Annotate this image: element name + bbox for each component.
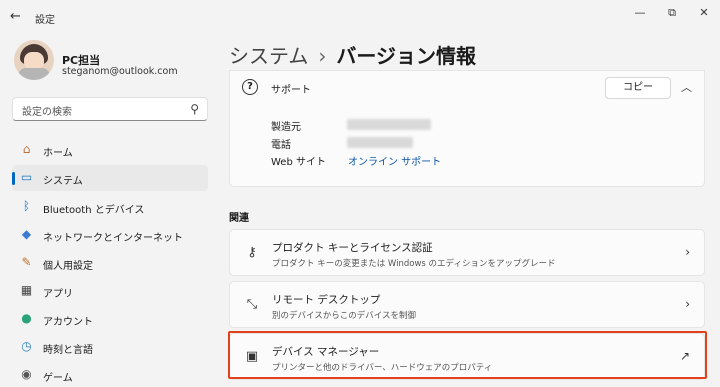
remote-desktop-icon: ⤡	[246, 297, 258, 312]
back-button[interactable]: ←	[10, 10, 24, 24]
chevron-right-icon[interactable]: ›	[685, 297, 690, 311]
manufacturer-value-redacted	[347, 119, 431, 130]
game-icon: ◉	[21, 367, 32, 381]
copy-button[interactable]: コピー	[605, 77, 671, 99]
related-item-subtitle: 別のデバイスからこのデバイスを制御	[272, 311, 416, 321]
website-label: Web サイト	[271, 157, 326, 168]
app-title: 設定	[35, 15, 55, 26]
sidebar-item-apps[interactable]: ▦ アプリ	[12, 278, 208, 304]
sidebar-item-bluetooth[interactable]: ᛒ Bluetooth とデバイス	[12, 194, 208, 220]
key-icon: ⚷	[247, 245, 257, 260]
search-icon[interactable]: ⚲	[190, 102, 199, 116]
manufacturer-label: 製造元	[271, 122, 301, 133]
sidebar-item-label: アカウント	[43, 317, 93, 328]
avatar[interactable]	[14, 40, 54, 80]
related-heading: 関連	[229, 213, 249, 224]
sidebar-item-game[interactable]: ◉ ゲーム	[12, 362, 208, 387]
breadcrumb-current: バージョン情報	[336, 44, 477, 68]
related-item-subtitle: プロダクト キーの変更または Windows のエディションをアップグレード	[272, 259, 556, 269]
system-icon: ▭	[20, 170, 33, 184]
maximize-button[interactable]: ⧉	[662, 6, 682, 20]
sidebar-item-label: 個人用設定	[43, 261, 93, 272]
related-item-title: リモート デスクトップ	[272, 294, 381, 306]
page-title: システム › バージョン情報	[229, 40, 476, 69]
phone-label: 電話	[271, 140, 291, 151]
sidebar-item-label: ホーム	[43, 148, 73, 159]
close-button[interactable]: ✕	[694, 6, 714, 20]
apps-icon: ▦	[20, 283, 33, 297]
related-item-title: プロダクト キーとライセンス認証	[272, 242, 433, 254]
breadcrumb-parent[interactable]: システム	[229, 44, 308, 68]
highlight-box	[228, 331, 707, 379]
search-input[interactable]: 設定の検索 ⚲	[12, 97, 208, 121]
title-bar: ← 設定 — ⧉ ✕	[0, 0, 720, 34]
online-support-link[interactable]: オンライン サポート	[348, 153, 441, 168]
sidebar-item-label: ネットワークとインターネット	[43, 233, 183, 244]
chevron-up-icon[interactable]: ︿	[681, 79, 692, 95]
bluetooth-icon: ᛒ	[22, 199, 31, 213]
related-item-key[interactable]: ⚷ プロダクト キーとライセンス認証プロダクト キーの変更または Windows …	[229, 229, 705, 276]
profile-email: steganom@outlook.com	[62, 66, 178, 77]
sidebar-item-system[interactable]: ▭ システム	[12, 165, 208, 191]
account-icon: ●	[21, 311, 32, 325]
search-placeholder: 設定の検索	[22, 107, 72, 118]
breadcrumb-separator: ›	[318, 44, 327, 68]
sidebar-item-time-language[interactable]: ◷ 時刻と言語	[12, 334, 208, 360]
support-title: サポート	[271, 85, 311, 96]
sidebar-item-account[interactable]: ● アカウント	[12, 306, 208, 332]
sidebar-item-network[interactable]: ◆ ネットワークとインターネット	[12, 222, 208, 248]
minimize-button[interactable]: —	[630, 6, 650, 20]
network-icon: ◆	[21, 227, 32, 241]
help-icon: ?	[242, 79, 258, 95]
brush-icon: ✎	[21, 255, 32, 269]
support-card: ? サポート コピー ︿ 製造元 電話 Web サイト オンライン サポート	[229, 70, 705, 187]
phone-value-redacted	[347, 137, 413, 148]
home-icon: ⌂	[22, 142, 31, 156]
sidebar-item-label: ゲーム	[43, 373, 73, 384]
sidebar-item-brush[interactable]: ✎ 個人用設定	[12, 250, 208, 276]
sidebar-item-label: Bluetooth とデバイス	[43, 205, 145, 216]
sidebar-item-home[interactable]: ⌂ ホーム	[12, 137, 208, 163]
active-indicator	[12, 172, 15, 185]
chevron-right-icon[interactable]: ›	[685, 245, 690, 259]
time-language-icon: ◷	[21, 339, 32, 353]
sidebar-item-label: アプリ	[43, 289, 73, 300]
related-item-remote-desktop[interactable]: ⤡ リモート デスクトップ別のデバイスからこのデバイスを制御 ›	[229, 281, 705, 328]
sidebar-item-label: システム	[43, 176, 83, 187]
sidebar-item-label: 時刻と言語	[43, 345, 93, 356]
